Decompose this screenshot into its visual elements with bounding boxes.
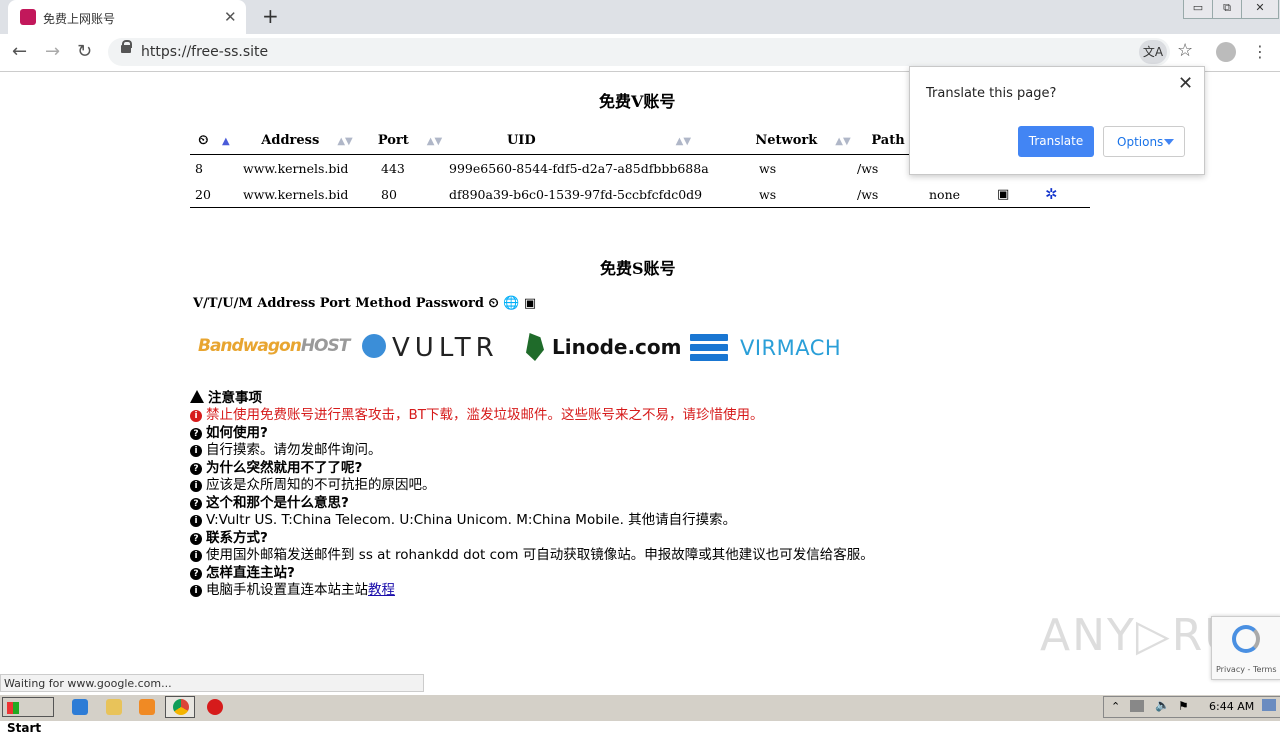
row-port: 80: [376, 181, 444, 208]
sort-icon: ▲▼: [835, 135, 851, 147]
col-header-network[interactable]: Network ▲▼: [754, 126, 852, 155]
table-row: 20 www.kernels.bid 80 df890a39-b6c0-1539…: [190, 181, 1090, 208]
path-header-label: Path: [871, 132, 905, 148]
faq-answer: i 使用国外邮箱发送邮件到 ss at rohankdd dot com 可自动获…: [190, 543, 874, 563]
media-player-icon[interactable]: [139, 699, 155, 715]
row-uid: df890a39-b6c0-1539-97fd-5ccbfcfdc0d9: [444, 181, 754, 208]
row-path: /ws: [852, 181, 924, 208]
s-columns-line: V/T/U/M Address Port Method Password ⏲ 🌐…: [193, 296, 537, 311]
col-header-uid[interactable]: UID ▲▼: [444, 126, 754, 155]
translate-popup-title: Translate this page?: [926, 86, 1057, 101]
network-header-label: Network: [755, 132, 818, 148]
show-desktop-icon[interactable]: [1262, 699, 1276, 711]
recaptcha-terms[interactable]: Privacy - Terms: [1216, 665, 1277, 674]
row-network: ws: [759, 160, 777, 176]
row-address: www.kernels.bid: [243, 160, 349, 176]
back-icon[interactable]: ←: [12, 41, 27, 62]
bandwagon-logo-text: Bandwagon: [198, 336, 302, 356]
forward-icon[interactable]: →: [45, 41, 60, 62]
config-icon[interactable]: ✲: [1040, 181, 1090, 208]
options-button[interactable]: Options: [1103, 126, 1185, 157]
clock-icon: ⏲: [198, 132, 209, 148]
v-section-heading: 免费V账号: [599, 92, 676, 111]
volume-icon[interactable]: 🔈: [1155, 698, 1170, 712]
uid-header-label: UID: [506, 132, 536, 148]
chrome-icon: [173, 699, 189, 715]
lock-icon: [121, 45, 131, 53]
browser-menu-icon[interactable]: ⋮: [1252, 42, 1268, 61]
network-icon[interactable]: [1130, 700, 1144, 712]
col-header-time[interactable]: ⏲ ▲: [190, 126, 238, 155]
sort-icon: ▲▼: [426, 135, 443, 147]
new-tab-button[interactable]: +: [262, 4, 279, 28]
col-header-port[interactable]: Port ▲▼: [376, 126, 444, 155]
faq-answer-text: V:Vultr US. T:China Telecom. U:China Uni…: [206, 512, 737, 528]
faq-answer: i 应该是众所周知的不可抗拒的原因吧。: [190, 473, 436, 493]
restore-button[interactable]: ⧉: [1212, 0, 1242, 19]
sort-icon: ▲▼: [337, 135, 353, 147]
warning-app-icon[interactable]: [207, 699, 223, 715]
windows-logo-icon: [7, 702, 19, 714]
chrome-taskbar-button[interactable]: [165, 696, 195, 718]
row-uid: 999e6560-8544-fdf5-d2a7-a85dfbbb688a: [449, 160, 709, 176]
profile-avatar-icon[interactable]: [1216, 42, 1236, 62]
qr-code-icon[interactable]: ▣: [992, 181, 1040, 208]
start-label: Start: [7, 721, 42, 735]
faq-answer-text: 使用国外邮箱发送邮件到 ss at rohankdd dot com 可自动获取…: [206, 547, 874, 563]
translate-popup: Translate this page? ✕ Translate Options: [909, 66, 1205, 175]
flag-icon[interactable]: ⚑: [1178, 699, 1189, 713]
row-address: www.kernels.bid: [238, 181, 376, 208]
row-number: 20: [190, 181, 238, 208]
reload-icon[interactable]: ↻: [77, 41, 92, 62]
warning-icon: [190, 390, 204, 403]
sort-icon: ▲▼: [675, 135, 692, 147]
tray-expand-icon[interactable]: ⌃: [1111, 700, 1120, 713]
tab-close-icon[interactable]: ✕: [224, 8, 237, 26]
row-port: 443: [381, 160, 405, 176]
tutorial-link[interactable]: 教程: [368, 582, 395, 598]
port-header-label: Port: [377, 132, 409, 148]
status-bar: Waiting for www.google.com...: [0, 674, 424, 692]
address-header-label: Address: [261, 132, 320, 148]
vultr-bird-icon[interactable]: [362, 334, 386, 358]
row-network: ws: [754, 181, 852, 208]
sort-asc-icon: ▲: [222, 135, 230, 147]
info-icon: i: [190, 585, 202, 597]
taskbar-clock: 6:44 AM: [1209, 700, 1255, 713]
start-button[interactable]: Start: [2, 697, 54, 735]
row-tls: none: [924, 181, 992, 208]
close-icon[interactable]: ✕: [1178, 73, 1193, 94]
window-close-button[interactable]: ✕: [1241, 0, 1279, 19]
options-button-label: Options: [1117, 135, 1164, 149]
explorer-folder-icon[interactable]: [106, 699, 122, 715]
site-favicon-icon: [20, 9, 36, 25]
linode-icon[interactable]: [526, 333, 544, 361]
browser-tab[interactable]: 免费上网账号 ✕: [8, 0, 246, 34]
row-number: 8: [195, 160, 203, 176]
bandwagon-logo[interactable]: BandwagonHOST: [198, 336, 351, 356]
bandwagon-host-text: HOST: [300, 336, 351, 356]
minimize-button[interactable]: ▭: [1183, 0, 1213, 19]
tab-title: 免费上网账号: [43, 12, 116, 26]
translate-icon[interactable]: 文A: [1139, 40, 1167, 64]
faq-answer: i 自行摸索。请勿发邮件询问。: [190, 438, 382, 458]
virmach-server-icon[interactable]: [690, 334, 728, 362]
url-text[interactable]: https://free-ss.site: [141, 44, 268, 60]
col-header-address[interactable]: Address ▲▼: [238, 126, 376, 155]
s-section-heading: 免费S账号: [600, 259, 676, 278]
faq-answer: i V:Vultr US. T:China Telecom. U:China Un…: [190, 508, 736, 528]
virmach-logo[interactable]: VIRMACH: [740, 336, 841, 360]
notice-text-body: 禁止使用免费账号进行黑客攻击，BT下载，滥发垃圾邮件。这些账号来之不易，请珍惜使…: [206, 407, 764, 423]
notice-text: i 禁止使用免费账号进行黑客攻击，BT下载，滥发垃圾邮件。这些账号来之不易，请珍惜…: [190, 403, 764, 423]
faq-answer-text: 电脑手机设置直连本站主站: [206, 582, 368, 598]
translate-button[interactable]: Translate: [1018, 126, 1094, 157]
vultr-logo[interactable]: VULTR: [392, 333, 499, 363]
ie-icon[interactable]: [72, 699, 88, 715]
faq-answer: i 电脑手机设置直连本站主站教程: [190, 578, 395, 598]
linode-logo[interactable]: Linode.com: [552, 335, 682, 359]
bookmark-star-icon[interactable]: ☆: [1177, 40, 1193, 61]
recaptcha-badge[interactable]: Privacy - Terms: [1211, 616, 1280, 680]
chevron-down-icon: [1164, 139, 1174, 145]
recaptcha-icon: [1232, 625, 1260, 653]
